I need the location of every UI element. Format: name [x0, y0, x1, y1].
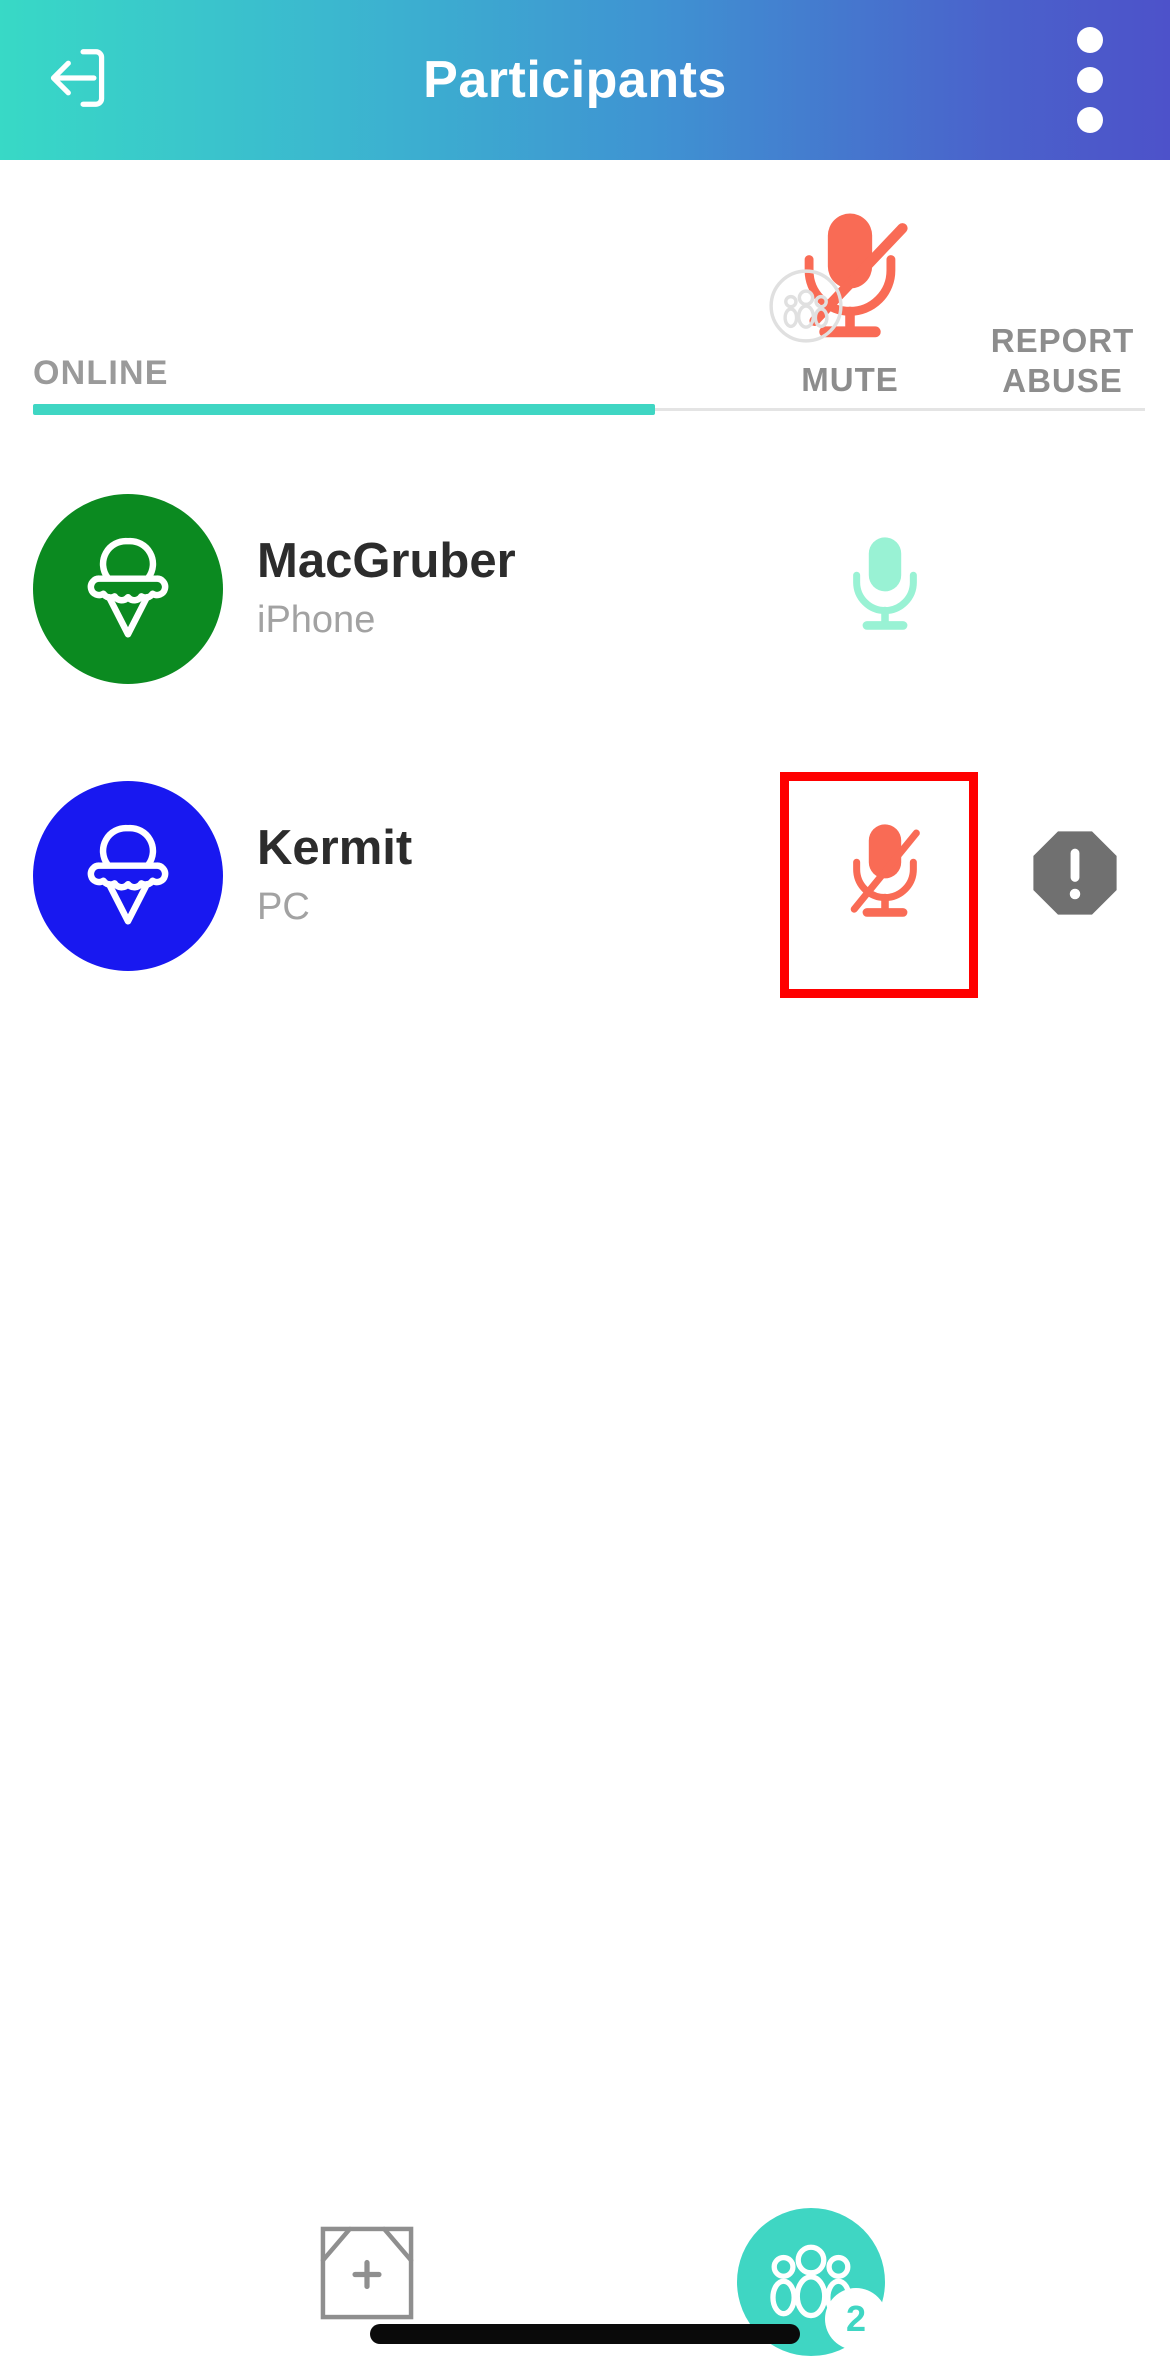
- mute-toggle[interactable]: [790, 494, 980, 684]
- participant-name: Kermit: [257, 821, 413, 875]
- participant-info: MacGruber iPhone: [257, 531, 790, 646]
- exit-arrow-icon: [43, 41, 117, 120]
- ice-cream-cone-icon: [72, 817, 184, 934]
- tab-online[interactable]: ONLINE: [33, 354, 169, 393]
- mute-all-button[interactable]: MUTE: [755, 205, 945, 399]
- microphone-muted-icon: [837, 819, 933, 932]
- home-indicator: [370, 2324, 800, 2344]
- tab-active-indicator: [33, 404, 655, 415]
- participant-device: PC: [257, 886, 310, 928]
- share-screen-button[interactable]: [307, 2215, 427, 2335]
- mute-toggle[interactable]: [790, 781, 980, 971]
- report-abuse-header-button[interactable]: REPORT ABUSE: [955, 321, 1170, 401]
- tab-baseline-divider: [655, 408, 1145, 411]
- app-bar: Participants: [0, 0, 1170, 160]
- bottom-bar: 2: [0, 2190, 1170, 2380]
- report-abuse-label-line1: REPORT: [990, 322, 1135, 359]
- ice-cream-cone-icon: [72, 530, 184, 647]
- tab-strip: ONLINE MUTE REPORT ABUSE: [0, 160, 1170, 445]
- participant-device: iPhone: [257, 599, 376, 641]
- overflow-menu-button[interactable]: [1010, 0, 1170, 160]
- mute-all-label: MUTE: [801, 361, 899, 398]
- group-badge-icon: [767, 267, 845, 345]
- participant-list: MacGruber iPhone Kermit PC: [0, 445, 1170, 1019]
- add-screen-share-icon: [311, 2217, 423, 2334]
- microphone-icon: [837, 532, 933, 645]
- participants-screen: Participants ONLINE MUTE REPORT ABUSE Ma…: [0, 0, 1170, 2380]
- page-title: Participants: [423, 51, 727, 109]
- avatar: [33, 493, 223, 684]
- avatar: [33, 780, 223, 971]
- report-abuse-button[interactable]: [980, 781, 1170, 971]
- report-abuse-label-line2: ABUSE: [1002, 362, 1123, 399]
- more-vertical-icon: [1077, 27, 1103, 133]
- back-button[interactable]: [0, 0, 160, 160]
- list-item[interactable]: MacGruber iPhone: [0, 445, 1170, 732]
- report-abuse-octagon-icon: [1028, 826, 1122, 925]
- participant-info: Kermit PC: [257, 818, 790, 933]
- participants-count-badge: 2: [825, 2288, 887, 2350]
- participant-name: MacGruber: [257, 534, 516, 588]
- mute-all-microphone-icon: [765, 205, 935, 355]
- list-item[interactable]: Kermit PC: [0, 732, 1170, 1019]
